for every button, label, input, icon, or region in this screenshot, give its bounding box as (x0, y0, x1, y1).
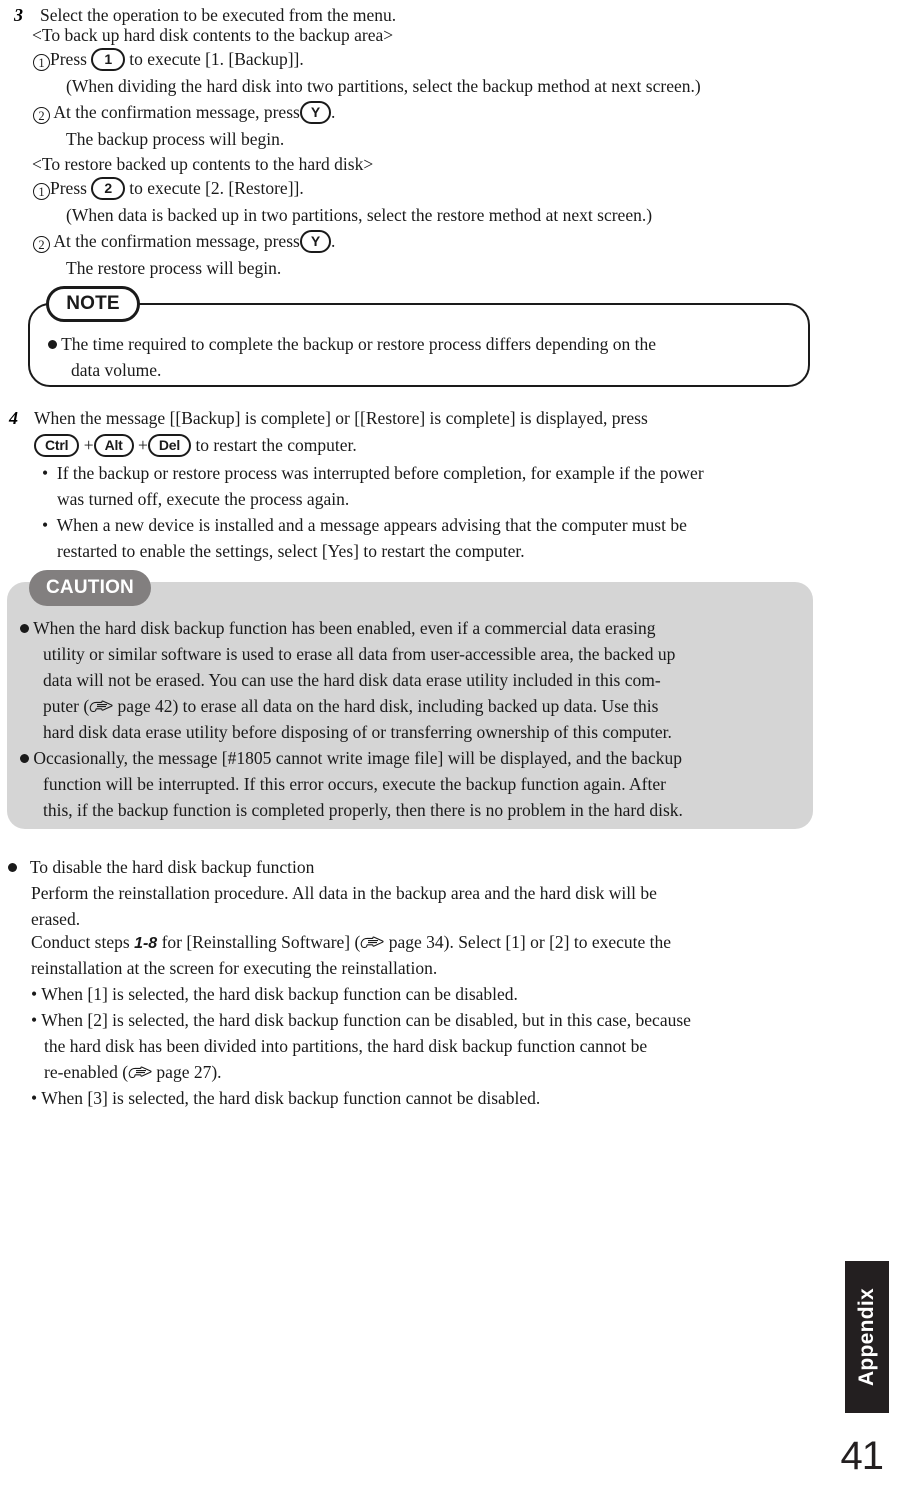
note-badge: NOTE (46, 286, 140, 322)
caution-item-1-line-4-post: ) to erase all data on the hard disk, in… (172, 696, 659, 716)
disable-bullet-1: • When [1] is selected, the hard disk ba… (31, 981, 518, 1007)
step-4-bullet-2: • When a new device is installed and a m… (42, 512, 687, 538)
disable-bullet-2-line-3-pre: re-enabled ( (44, 1062, 129, 1082)
bullet-dot-icon (48, 340, 57, 349)
caution-item-2-line-3: this, if the backup function is complete… (43, 800, 683, 820)
disable-line-1: Perform the reinstallation procedure. Al… (31, 883, 657, 903)
backup-section-heading: <To back up hard disk contents to the ba… (32, 25, 394, 45)
key-ctrl: Ctrl (34, 434, 80, 457)
bullet-dash-icon: • (42, 515, 49, 535)
key-1: 1 (91, 48, 125, 71)
restore-step-2-pre: At the confirmation message, press (53, 231, 300, 251)
pointing-hand-icon (128, 1065, 152, 1081)
appendix-side-tab: Appendix (845, 1261, 889, 1413)
backup-step-2: 2 At the confirmation message, press Y. (33, 99, 335, 125)
key-2: 2 (91, 177, 125, 200)
caution-item-1-line-3: data will not be erased. You can use the… (43, 670, 661, 690)
bullet-dot-icon (8, 863, 17, 872)
step-4-key-combo: Ctrl + Alt + Del to restart the computer. (34, 432, 357, 458)
backup-step-1-note: (When dividing the hard disk into two pa… (66, 76, 701, 96)
caution-item-2-bullet: Occasionally, the message [#1805 cannot … (20, 745, 682, 771)
caution-item-1-line-2: utility or similar software is used to e… (43, 644, 676, 664)
disable-page-ref-27: page 27 (156, 1062, 212, 1082)
step-3-number: 3 (14, 5, 23, 25)
restore-step-2-post: . (330, 231, 336, 251)
restore-step-2: 2 At the confirmation message, press Y. (33, 228, 335, 254)
key-alt: Alt (93, 434, 134, 457)
page-number: 41 (840, 1434, 884, 1478)
note-line-1: The time required to complete the backup… (61, 334, 657, 354)
circled-marker-1: 1 (33, 183, 50, 200)
step-4-number: 4 (9, 408, 18, 428)
backup-step-2-post: . (330, 102, 336, 122)
key-y: Y (299, 101, 331, 124)
disable-line-3-post: ). Select [1] or [2] to execute the (443, 932, 672, 952)
disable-bullet-2-line-3-post: ). (211, 1062, 222, 1082)
disable-bullet-1-text: When [1] is selected, the hard disk back… (41, 984, 518, 1004)
restore-step-1: 1 Press 2 to execute [2. [Restore]]. (33, 175, 304, 201)
step-4-bullet-1: • If the backup or restore process was i… (42, 460, 704, 486)
bullet-dash-icon: • (42, 463, 49, 483)
disable-bullet-2-line-3: re-enabled ( page 27). (44, 1059, 222, 1085)
step-4-bullet-2-line-1: When a new device is installed and a mes… (56, 515, 687, 535)
note-line-2: data volume. (71, 360, 162, 380)
restore-step-1-pre: Press (50, 178, 87, 198)
step-4-line-2-tail: to restart the computer. (195, 435, 357, 455)
disable-section-heading: To disable the hard disk backup function (29, 857, 315, 877)
backup-step-1-pre: Press (50, 49, 87, 69)
caution-item-1-line-4-pre: puter ( (43, 696, 90, 716)
caution-item-1-line-4: puter ( page 42) to erase all data on th… (43, 693, 658, 719)
key-del: Del (147, 434, 192, 457)
step-4-bullet-1-line-2: was turned off, execute the process agai… (57, 489, 350, 509)
bullet-dash-icon: • (31, 1010, 38, 1030)
restore-step-2-note: The restore process will begin. (66, 258, 282, 278)
caution-item-1-bullet: When the hard disk backup function has b… (20, 615, 656, 641)
bullet-dot-icon (20, 624, 29, 633)
caution-item-1-page-ref: page 42 (117, 696, 173, 716)
restore-section-heading: <To restore backed up contents to the ha… (32, 154, 374, 174)
circled-marker-1: 1 (33, 54, 50, 71)
disable-bullet-3: • When [3] is selected, the hard disk ba… (31, 1085, 540, 1111)
caution-item-1-line-5: hard disk data erase utility before disp… (43, 722, 672, 742)
circled-marker-2: 2 (33, 236, 50, 253)
plus-sign-1: + (83, 435, 94, 455)
disable-line-3: Conduct steps 1-8 for [Reinstalling Soft… (31, 929, 671, 957)
caution-badge: CAUTION (29, 570, 151, 606)
appendix-side-tab-label: Appendix (855, 1287, 878, 1387)
circled-marker-2: 2 (33, 107, 50, 124)
step-4-bullet-2-line-2: restarted to enable the settings, select… (57, 541, 525, 561)
bullet-dash-icon: • (31, 984, 38, 1004)
manual-page: 3 Select the operation to be executed fr… (0, 0, 901, 1496)
caution-item-1-line-1: When the hard disk backup function has b… (33, 618, 656, 638)
step-4-line-1: When the message [[Backup] is complete] … (34, 408, 648, 428)
disable-page-ref-34: page 34 (388, 932, 444, 952)
disable-bullet-2-line-2: the hard disk has been divided into part… (44, 1036, 648, 1056)
pointing-hand-icon (360, 935, 384, 951)
restore-step-1-post: to execute [2. [Restore]]. (129, 178, 304, 198)
disable-bullet-2-line-1: When [2] is selected, the hard disk back… (41, 1010, 691, 1030)
backup-step-1: 1 Press 1 to execute [1. [Backup]]. (33, 46, 304, 72)
backup-step-2-pre: At the confirmation message, press (53, 102, 300, 122)
step-4-bullet-1-line-1: If the backup or restore process was int… (56, 463, 704, 483)
disable-line-3-pre: Conduct steps (31, 932, 130, 952)
disable-bullet-3-text: When [3] is selected, the hard disk back… (41, 1088, 541, 1108)
backup-step-2-note: The backup process will begin. (66, 129, 285, 149)
steps-range: 1-8 (134, 935, 158, 952)
caution-item-2-line-1: Occasionally, the message [#1805 cannot … (33, 748, 682, 768)
disable-line-4: reinstallation at the screen for executi… (31, 958, 438, 978)
bullet-dot-icon (20, 754, 29, 763)
key-y: Y (299, 230, 331, 253)
backup-step-1-post: to execute [1. [Backup]]. (129, 49, 304, 69)
caution-item-2-line-2: function will be interrupted. If this er… (43, 774, 666, 794)
disable-section-heading-row: To disable the hard disk backup function (8, 854, 314, 880)
note-bullet: The time required to complete the backup… (48, 331, 656, 357)
disable-bullet-2: • When [2] is selected, the hard disk ba… (31, 1007, 691, 1033)
plus-sign-2: + (138, 435, 148, 455)
restore-step-1-note: (When data is backed up in two partition… (66, 205, 653, 225)
disable-line-3-mid: for [Reinstalling Software] ( (161, 932, 361, 952)
pointing-hand-icon (89, 699, 113, 715)
bullet-dash-icon: • (31, 1088, 38, 1108)
